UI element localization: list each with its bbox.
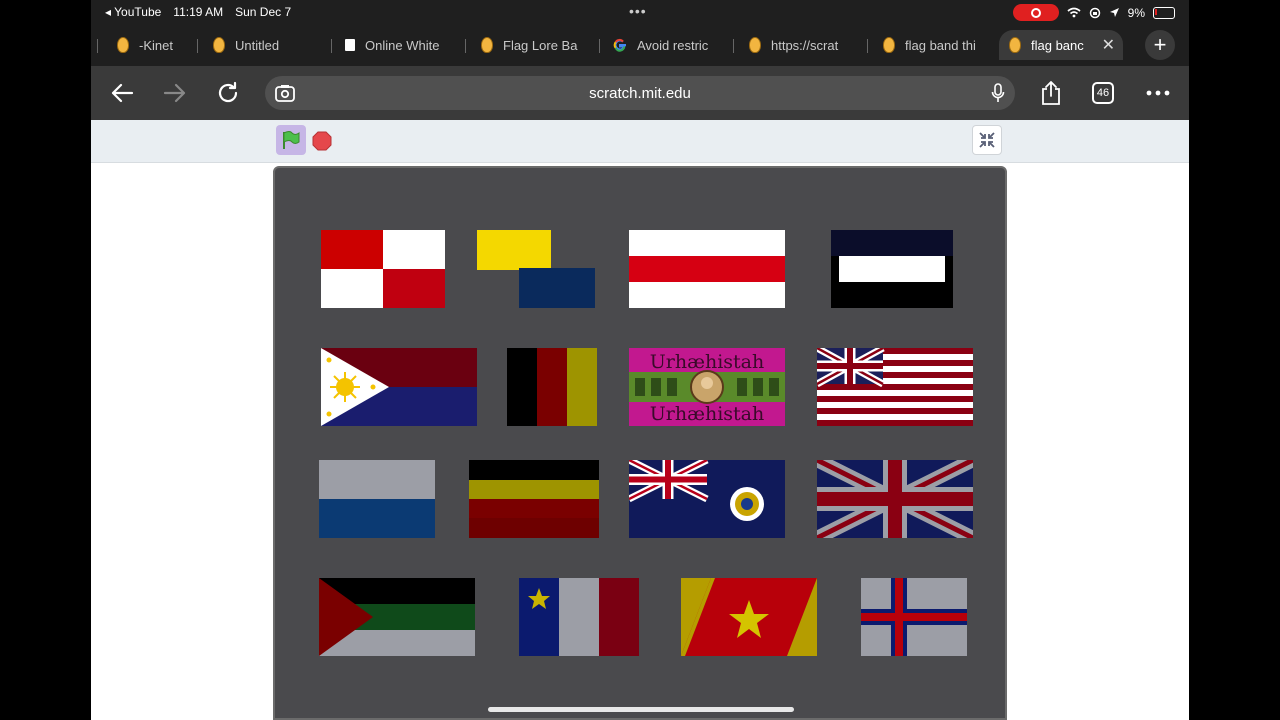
scratch-cat-icon <box>749 37 761 53</box>
flag-sprite[interactable]: Urhæhistah Urhæhistah <box>629 348 785 426</box>
share-button[interactable] <box>1038 80 1064 106</box>
google-icon <box>613 38 626 52</box>
tab-google-search[interactable]: Avoid restric <box>599 30 729 60</box>
forward-button[interactable] <box>162 80 188 106</box>
tab-untitled[interactable]: Untitled <box>197 30 327 60</box>
tab-title: -Kinet <box>139 37 173 53</box>
flag-sprite[interactable] <box>817 348 973 426</box>
flag-sprite[interactable] <box>519 578 639 656</box>
status-time: 11:19 AM <box>173 5 224 19</box>
more-dots-icon <box>1146 90 1170 96</box>
exit-fullscreen-icon <box>979 132 995 148</box>
more-menu-button[interactable] <box>1145 80 1171 106</box>
flag-sprite[interactable] <box>507 348 597 426</box>
back-button[interactable] <box>109 80 135 106</box>
share-icon <box>1042 81 1060 105</box>
scratch-cat-icon <box>117 37 129 53</box>
home-indicator[interactable] <box>488 707 794 712</box>
exit-fullscreen-button[interactable] <box>972 125 1002 155</box>
flag-sprite[interactable] <box>629 460 785 538</box>
browser-screen: ◂ YouTube 11:19 AM Sun Dec 7 ••• 9% -Kin… <box>91 0 1189 720</box>
status-bar: ◂ YouTube 11:19 AM Sun Dec 7 ••• 9% <box>91 0 1189 24</box>
address-bar[interactable]: scratch.mit.edu <box>265 76 1015 110</box>
flag-sprite[interactable] <box>629 230 785 308</box>
status-date: Sun Dec 7 <box>235 5 292 19</box>
battery-percent: 9% <box>1127 5 1145 20</box>
whiteboard-icon <box>345 39 355 51</box>
tab-switcher-button[interactable]: 46 <box>1092 82 1114 104</box>
tab-bar: -Kinet Untitled Online White Flag Lore B… <box>91 24 1189 66</box>
scratch-cat-icon <box>1009 37 1021 53</box>
flag-sprite[interactable] <box>477 230 595 308</box>
arrow-left-icon <box>111 83 134 103</box>
lock-rotation-icon <box>1089 7 1100 18</box>
url-text: scratch.mit.edu <box>589 84 691 102</box>
flag-sprite[interactable] <box>469 460 599 538</box>
lens-icon[interactable] <box>275 84 295 102</box>
flag-text-top: Urhæhistah <box>650 351 764 373</box>
green-flag-button[interactable] <box>276 125 306 155</box>
arrow-right-icon <box>163 83 186 103</box>
reload-button[interactable] <box>215 80 241 106</box>
tab-flag-band-active[interactable]: flag banc ✕ <box>999 30 1123 60</box>
screen-recording-icon[interactable] <box>1012 4 1059 21</box>
stop-button[interactable] <box>312 131 332 151</box>
reload-icon <box>218 81 238 103</box>
wifi-icon <box>1067 7 1081 18</box>
scratch-stage-header <box>91 120 1189 163</box>
tab-title: flag band thi <box>905 37 976 53</box>
scratch-stage[interactable]: Urhæhistah Urhæhistah <box>273 166 1007 720</box>
tab-flag-band-thing[interactable]: flag band thi <box>867 30 997 60</box>
flag-text-bottom: Urhæhistah <box>650 403 764 425</box>
browser-toolbar: scratch.mit.edu 46 <box>91 66 1189 120</box>
back-to-app-link[interactable]: ◂ YouTube <box>105 5 161 19</box>
scratch-cat-icon <box>481 37 493 53</box>
tab-title: flag banc <box>1031 37 1084 53</box>
microphone-icon[interactable] <box>991 83 1005 103</box>
flag-sprite[interactable] <box>319 578 475 656</box>
flag-sprite[interactable] <box>817 460 973 538</box>
tab-title: Untitled <box>235 37 280 53</box>
new-tab-button[interactable]: + <box>1145 30 1175 60</box>
tab-scratch-url[interactable]: https://scrat <box>733 30 863 60</box>
flag-sprite[interactable] <box>681 578 817 656</box>
flag-sprite[interactable] <box>321 348 477 426</box>
tab-title: Flag Lore Ba <box>503 37 578 53</box>
location-icon <box>1109 8 1119 17</box>
tab-title: https://scrat <box>771 37 839 53</box>
flag-sprite[interactable] <box>321 230 445 308</box>
flag-sprite[interactable] <box>831 230 953 308</box>
green-flag-icon <box>283 131 300 149</box>
tab-flag-lore[interactable]: Flag Lore Ba <box>465 30 595 60</box>
flag-sprite[interactable] <box>319 460 435 538</box>
tab-title: Online White <box>365 37 440 53</box>
battery-icon <box>1153 6 1175 19</box>
tab-kinet[interactable]: -Kinet <box>91 30 191 60</box>
multitasking-dots-icon[interactable]: ••• <box>629 3 647 19</box>
tab-title: Avoid restric <box>637 37 709 53</box>
scratch-cat-icon <box>213 37 225 53</box>
scratch-cat-icon <box>883 37 895 53</box>
flag-sprite[interactable] <box>861 578 967 656</box>
close-tab-icon[interactable]: ✕ <box>1102 35 1115 55</box>
tab-online-whiteboard[interactable]: Online White <box>331 30 461 60</box>
